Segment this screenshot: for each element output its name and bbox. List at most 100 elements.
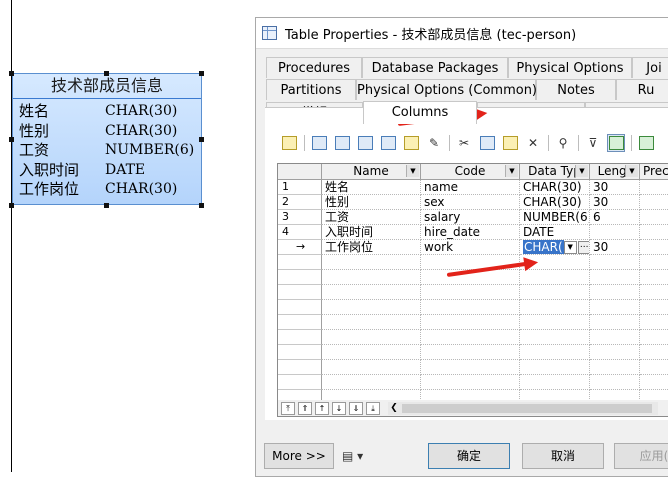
resize-handle-e[interactable] <box>199 137 204 142</box>
grid-cell[interactable] <box>421 345 520 360</box>
resize-handle-n[interactable] <box>104 71 109 76</box>
copy-icon[interactable] <box>478 134 496 152</box>
ok-button[interactable]: 确定 <box>428 443 510 469</box>
row-number[interactable] <box>278 345 322 360</box>
dialog-titlebar[interactable]: Table Properties - 技术部成员信息 (tec-person) <box>256 18 668 49</box>
wand-icon[interactable]: ✎ <box>425 134 443 152</box>
grid-cell[interactable] <box>640 315 668 330</box>
scroll-left-icon[interactable]: ❮ <box>388 402 400 415</box>
row-number[interactable] <box>278 330 322 345</box>
tab-partitions[interactable]: Partitions <box>266 79 356 100</box>
grid-cell[interactable]: hire_date <box>421 225 520 240</box>
move-up-icon[interactable]: ↑ <box>315 401 329 415</box>
tab-joins[interactable]: Joi <box>632 57 668 78</box>
grid-cell[interactable]: CHAR(▼... <box>520 240 590 255</box>
row-number[interactable] <box>278 300 322 315</box>
grid-cell[interactable] <box>421 315 520 330</box>
grid-cell[interactable] <box>640 330 668 345</box>
tab-notes[interactable]: Notes <box>536 79 616 100</box>
grid-cell[interactable] <box>322 330 421 345</box>
grid-cell[interactable]: NUMBER(6) <box>520 210 590 225</box>
grid-cell[interactable] <box>421 375 520 390</box>
resize-handle-se[interactable] <box>199 203 204 208</box>
row-number[interactable]: 2 <box>278 195 322 210</box>
cut-icon[interactable]: ✂ <box>455 134 473 152</box>
column-header-precision[interactable]: Prec <box>640 164 668 180</box>
grid-cell[interactable] <box>520 375 590 390</box>
resize-handle-w[interactable] <box>9 137 14 142</box>
grid-cell[interactable] <box>640 300 668 315</box>
resize-handle-nw[interactable] <box>9 71 14 76</box>
grid-cell[interactable]: DATE <box>520 225 590 240</box>
grid-cell[interactable] <box>520 330 590 345</box>
grid-cell[interactable] <box>590 255 640 270</box>
row-number[interactable] <box>278 285 322 300</box>
column-header-data-type[interactable]: Data Typ ▼ <box>520 164 590 180</box>
grid-cell[interactable] <box>590 330 640 345</box>
grid-cell[interactable] <box>640 210 668 225</box>
add-columns-icon[interactable] <box>356 134 374 152</box>
move-page-down-icon[interactable]: ⇓ <box>349 401 363 415</box>
grid-cell[interactable] <box>590 225 640 240</box>
grid-cell[interactable]: 入职时间 <box>322 225 421 240</box>
dropdown-icon[interactable]: ▼ <box>625 165 638 177</box>
column-header-code[interactable]: Code ▼ <box>421 164 520 180</box>
insert-row-icon[interactable] <box>310 134 328 152</box>
column-header-length[interactable]: Lengt ▼ <box>590 164 640 180</box>
resize-handle-sw[interactable] <box>9 203 14 208</box>
grid-cell[interactable] <box>421 285 520 300</box>
grid-cell[interactable] <box>322 360 421 375</box>
grid-cell[interactable]: work <box>421 240 520 255</box>
grid-cell[interactable] <box>640 360 668 375</box>
grid-cell[interactable] <box>640 225 668 240</box>
grid-cell[interactable] <box>590 270 640 285</box>
grid-cell[interactable] <box>640 285 668 300</box>
grid-cell[interactable]: 性别 <box>322 195 421 210</box>
grid-cell[interactable] <box>322 375 421 390</box>
grid-cell[interactable] <box>640 345 668 360</box>
grid-cell[interactable] <box>520 360 590 375</box>
move-top-icon[interactable]: ⤒ <box>281 401 295 415</box>
delete-icon[interactable]: ✕ <box>524 134 542 152</box>
grid-cell[interactable] <box>590 375 640 390</box>
grid-cell[interactable] <box>640 180 668 195</box>
grid-cell[interactable]: 30 <box>590 195 640 210</box>
row-number[interactable] <box>278 360 322 375</box>
grid-cell[interactable]: 30 <box>590 240 640 255</box>
grid-cell[interactable] <box>421 300 520 315</box>
resize-handle-ne[interactable] <box>199 71 204 76</box>
grid-cell[interactable]: 工作岗位 <box>322 240 421 255</box>
tab-database-packages[interactable]: Database Packages <box>362 57 508 78</box>
grid-cell[interactable] <box>520 300 590 315</box>
cancel-button[interactable]: 取消 <box>522 443 604 469</box>
grid-cell[interactable]: 30 <box>590 180 640 195</box>
grid-cell[interactable] <box>590 360 640 375</box>
grid-cell[interactable] <box>322 315 421 330</box>
row-number[interactable] <box>278 255 322 270</box>
column-header-name[interactable]: Name ▼ <box>322 164 421 180</box>
tab-columns[interactable]: Columns <box>363 101 477 124</box>
move-down-icon[interactable]: ↓ <box>332 401 346 415</box>
move-page-up-icon[interactable]: ⇑ <box>298 401 312 415</box>
properties-icon[interactable] <box>280 134 298 152</box>
grid-cell[interactable] <box>520 270 590 285</box>
grid-cell[interactable] <box>590 300 640 315</box>
grid-cell[interactable] <box>590 315 640 330</box>
grid-cell[interactable] <box>640 240 668 255</box>
grid-cell[interactable]: 姓名 <box>322 180 421 195</box>
move-bottom-icon[interactable]: ⤓ <box>366 401 380 415</box>
grid-cell[interactable] <box>640 195 668 210</box>
resize-handle-s[interactable] <box>104 203 109 208</box>
grid-cell[interactable] <box>322 285 421 300</box>
grid-cell[interactable]: sex <box>421 195 520 210</box>
add-row-icon[interactable] <box>333 134 351 152</box>
row-number[interactable]: 1 <box>278 180 322 195</box>
row-number[interactable] <box>278 375 322 390</box>
grid-cell[interactable] <box>590 285 640 300</box>
grid-cell[interactable] <box>322 345 421 360</box>
dropdown-icon[interactable]: ▼ <box>575 165 588 177</box>
apply-button[interactable]: 应用( <box>614 443 668 469</box>
row-number[interactable]: 3 <box>278 210 322 225</box>
grid-cell[interactable]: name <box>421 180 520 195</box>
excel-icon[interactable] <box>637 134 655 152</box>
